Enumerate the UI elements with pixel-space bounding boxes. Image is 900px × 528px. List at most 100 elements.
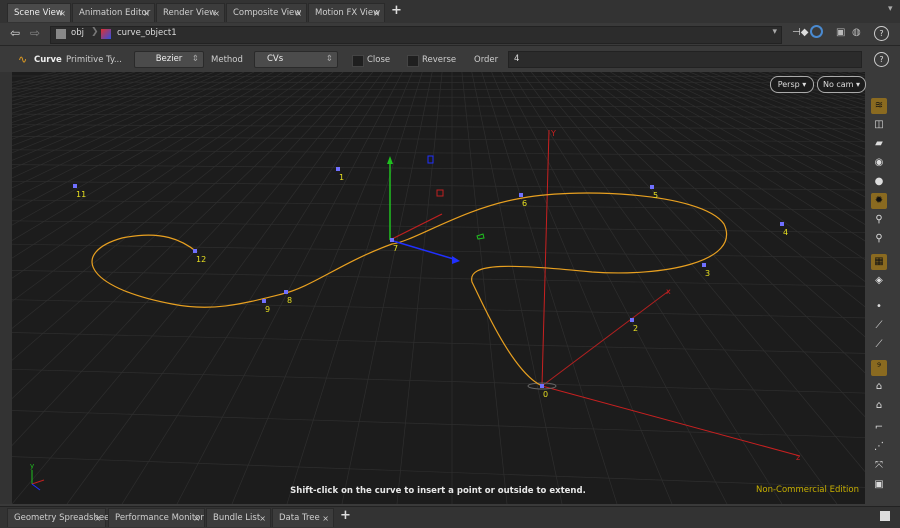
close-icon[interactable]: ×	[143, 4, 150, 23]
close-icon[interactable]: ×	[373, 4, 380, 23]
gizmo-x-axis	[32, 480, 44, 484]
tab-label: Performance Monitor	[115, 513, 204, 523]
reverse-checkbox[interactable]	[407, 55, 419, 67]
profile-display-icon[interactable]: ⌐	[871, 420, 887, 436]
point-numbers-icon[interactable]: ⁹	[871, 360, 887, 376]
path-segment-obj[interactable]: obj	[71, 28, 84, 38]
curve-point[interactable]	[262, 299, 266, 303]
path-dropdown-icon[interactable]: ▾	[772, 27, 777, 37]
handle-plane-xz-icon[interactable]	[437, 190, 443, 196]
handle-y-arrow-icon[interactable]	[387, 156, 393, 164]
tab-render-view[interactable]: Render View×	[156, 3, 225, 22]
method-value: CVs	[267, 54, 283, 64]
pin-icon[interactable]: ⊣◆	[792, 27, 808, 38]
back-arrow-icon[interactable]: ⇦	[10, 26, 20, 40]
transform-icon[interactable]: ⤧	[871, 458, 887, 474]
primitive-numbers-icon[interactable]: ⌂	[871, 379, 887, 395]
maximize-icon[interactable]	[880, 511, 890, 521]
viewport-canvas[interactable]: Y x z 01234567891112 y Shift-click on th…	[12, 72, 865, 504]
close-icon[interactable]: ×	[213, 4, 220, 23]
display-options-icon[interactable]: ◫	[871, 117, 887, 133]
snap-icon[interactable]: ▣	[836, 27, 845, 38]
curve-point[interactable]	[702, 263, 706, 267]
add-bottom-tab-icon[interactable]: +	[340, 508, 351, 523]
path-bar: ⇦ ⇨ obj ❯ curve_object1 ▾ ⊣◆ ▣ ◍ ?	[0, 23, 900, 46]
tab-scene-view[interactable]: Scene View×	[7, 3, 71, 22]
curve-point[interactable]	[390, 238, 394, 242]
vector-display-icon[interactable]: ⟋	[871, 337, 887, 353]
handle-x-arrow-icon[interactable]	[452, 256, 460, 264]
visibility-icon[interactable]: ◉	[871, 155, 887, 171]
close-icon[interactable]: ×	[59, 4, 66, 23]
vertex-display-icon[interactable]: ⌂	[871, 398, 887, 414]
curve-point[interactable]	[193, 249, 197, 253]
grid-line	[12, 410, 865, 437]
grid-line	[601, 72, 866, 504]
close-icon[interactable]: ×	[322, 509, 329, 528]
forward-arrow-icon[interactable]: ⇨	[30, 26, 40, 40]
grid-line	[12, 89, 865, 90]
order-label: Order	[474, 52, 498, 68]
tab-bundle-list[interactable]: Bundle List×	[206, 508, 271, 527]
help-icon[interactable]: ?	[874, 26, 889, 41]
close-icon[interactable]: ×	[94, 509, 101, 528]
background-icon[interactable]: ▦	[871, 254, 887, 270]
path-field[interactable]: obj ❯ curve_object1 ▾	[50, 26, 782, 44]
shading-icon[interactable]: ●	[871, 174, 887, 190]
curve-point[interactable]	[650, 185, 654, 189]
link-icon[interactable]	[810, 25, 823, 38]
scroll-down-icon[interactable]: ▣	[871, 477, 887, 493]
hull-display-icon[interactable]: ⋰	[871, 439, 887, 455]
scene-viewport[interactable]: Y x z 01234567891112 y Shift-click on th…	[12, 72, 865, 504]
light-icon[interactable]: ✹	[871, 193, 887, 209]
point-display-icon[interactable]: •	[871, 299, 887, 315]
tab-performance-monitor[interactable]: Performance Monitor×	[108, 508, 205, 527]
pin-view-icon[interactable]: ⚲	[871, 212, 887, 228]
point-number-label: 2	[633, 324, 638, 333]
handle-plane-xy-icon[interactable]	[428, 156, 433, 163]
lock-icon[interactable]: ▰	[871, 136, 887, 152]
grid-line	[12, 221, 865, 233]
grid-line	[122, 72, 393, 504]
curve-point[interactable]	[630, 318, 634, 322]
close-checkbox[interactable]	[352, 55, 364, 67]
tab-geometry-spreadsheet[interactable]: Geometry Spreadsheet×	[7, 508, 106, 527]
primitive-type-select[interactable]: Bezier⇕	[134, 51, 204, 68]
grid-line	[808, 72, 865, 504]
add-tab-icon[interactable]: +	[391, 3, 402, 18]
grid-line	[749, 72, 865, 504]
curve-point[interactable]	[336, 167, 340, 171]
grid-line	[12, 96, 865, 98]
close-icon[interactable]: ×	[259, 509, 266, 528]
grid-line	[287, 72, 422, 504]
curve-point[interactable]	[780, 222, 784, 226]
camera-icon[interactable]: ◍	[852, 27, 861, 38]
normal-display-icon[interactable]: ⟋	[871, 318, 887, 334]
tab-composite-view[interactable]: Composite View×	[226, 3, 307, 22]
bezier-curve[interactable]	[92, 193, 727, 386]
close-icon[interactable]: ×	[295, 4, 302, 23]
curve-point[interactable]	[519, 193, 523, 197]
curve-point[interactable]	[540, 384, 544, 388]
persp-view-menu[interactable]: Persp ▾	[770, 76, 814, 93]
order-field[interactable]: 4	[508, 51, 862, 68]
camera-link-icon[interactable]: ⚲	[871, 231, 887, 247]
tab-animation-editor[interactable]: Animation Editor×	[72, 3, 155, 22]
tab-motion-fx-view[interactable]: Motion FX View×	[308, 3, 385, 22]
handle-plane-yz-icon[interactable]	[477, 234, 484, 239]
world-z-label: x	[666, 287, 671, 296]
curve-point[interactable]	[284, 290, 288, 294]
curve-point[interactable]	[73, 184, 77, 188]
curve-object-icon	[101, 29, 111, 39]
method-select[interactable]: CVs⇕	[254, 51, 338, 68]
pane-menu-icon[interactable]: ▾	[888, 4, 893, 14]
ghost-icon[interactable]: ◈	[871, 273, 887, 289]
tab-label: Motion FX View	[315, 8, 380, 18]
tab-data-tree[interactable]: Data Tree×	[272, 508, 334, 527]
tool-help-icon[interactable]: ?	[874, 52, 889, 67]
handle-x-axis[interactable]	[390, 240, 457, 260]
close-icon[interactable]: ×	[193, 509, 200, 528]
camera-menu[interactable]: No cam ▾	[817, 76, 866, 93]
path-segment-curve-object[interactable]: curve_object1	[117, 28, 177, 38]
show-handles-icon[interactable]: ≋	[871, 98, 887, 114]
